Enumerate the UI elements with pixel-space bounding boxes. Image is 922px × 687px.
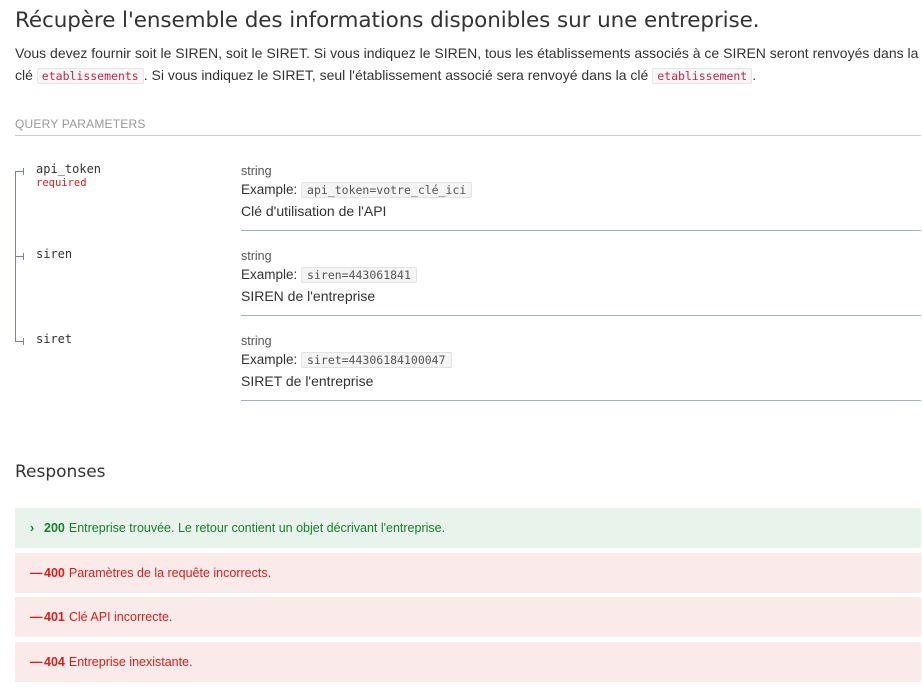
- api-doc-page: Récupère l'ensemble des informations dis…: [0, 0, 922, 687]
- endpoint-description: Vous devez fournir soit le SIREN, soit l…: [15, 42, 921, 87]
- dash-icon: —: [30, 566, 43, 580]
- code-etablissements: etablissements: [36, 68, 144, 84]
- param-example: Example: siren=443061841: [241, 267, 921, 283]
- response-text: Entreprise trouvée. Le retour contient u…: [68, 521, 446, 535]
- query-parameters-header: QUERY PARAMETERS: [15, 117, 921, 136]
- response-code: 404: [44, 655, 65, 669]
- example-label: Example:: [241, 182, 298, 197]
- response-text: Entreprise inexistante.: [68, 655, 193, 669]
- example-value: siret=44306184100047: [301, 352, 452, 368]
- param-detail-siren: string Example: siren=443061841 SIREN de…: [241, 249, 921, 316]
- example-label: Example:: [241, 352, 298, 367]
- response-text: Clé API incorrecte.: [68, 610, 173, 624]
- response-code: 400: [44, 566, 65, 580]
- param-name-siret: siret: [36, 332, 73, 346]
- param-example: Example: siret=44306184100047: [241, 352, 921, 368]
- chevron-right-icon: ›: [30, 521, 35, 535]
- code-etablissement: etablissement: [652, 68, 753, 84]
- example-label: Example:: [241, 267, 298, 282]
- responses-title: Responses: [15, 462, 106, 482]
- response-code: 401: [44, 610, 65, 624]
- param-example: Example: api_token=votre_clé_ici: [241, 182, 921, 198]
- param-tree-tick: [15, 338, 24, 345]
- param-name-siren: siren: [36, 247, 73, 261]
- param-detail-siret: string Example: siret=44306184100047 SIR…: [241, 334, 921, 401]
- response-404-row[interactable]: — 404 Entreprise inexistante.: [15, 642, 921, 682]
- description-text-3: .: [752, 67, 757, 83]
- param-description: SIREN de l'entreprise: [241, 288, 376, 304]
- dash-icon: —: [30, 610, 43, 624]
- response-code: 200: [44, 521, 65, 535]
- response-text: Paramètres de la requête incorrects.: [68, 566, 272, 580]
- param-description: SIRET de l'entreprise: [241, 373, 374, 389]
- param-tree-tick: [15, 253, 24, 260]
- example-value: api_token=votre_clé_ici: [301, 182, 473, 198]
- param-name-api-token: api_token: [36, 162, 102, 176]
- response-200-row[interactable]: › 200 Entreprise trouvée. Le retour cont…: [15, 508, 921, 548]
- param-detail-api-token: string Example: api_token=votre_clé_ici …: [241, 164, 921, 231]
- description-text-2: . Si vous indiquez le SIRET, seul l'étab…: [143, 67, 653, 83]
- param-description: Clé d'utilisation de l'API: [241, 203, 387, 219]
- page-title: Récupère l'ensemble des informations dis…: [15, 8, 760, 33]
- param-type: string: [241, 334, 272, 348]
- param-type: string: [241, 249, 272, 263]
- param-type: string: [241, 164, 272, 178]
- dash-icon: —: [30, 655, 43, 669]
- param-required-label: required: [36, 177, 87, 189]
- param-tree-tick: [15, 168, 24, 175]
- example-value: siren=443061841: [301, 267, 417, 283]
- response-400-row[interactable]: — 400 Paramètres de la requête incorrect…: [15, 553, 921, 593]
- response-401-row[interactable]: — 401 Clé API incorrecte.: [15, 597, 921, 637]
